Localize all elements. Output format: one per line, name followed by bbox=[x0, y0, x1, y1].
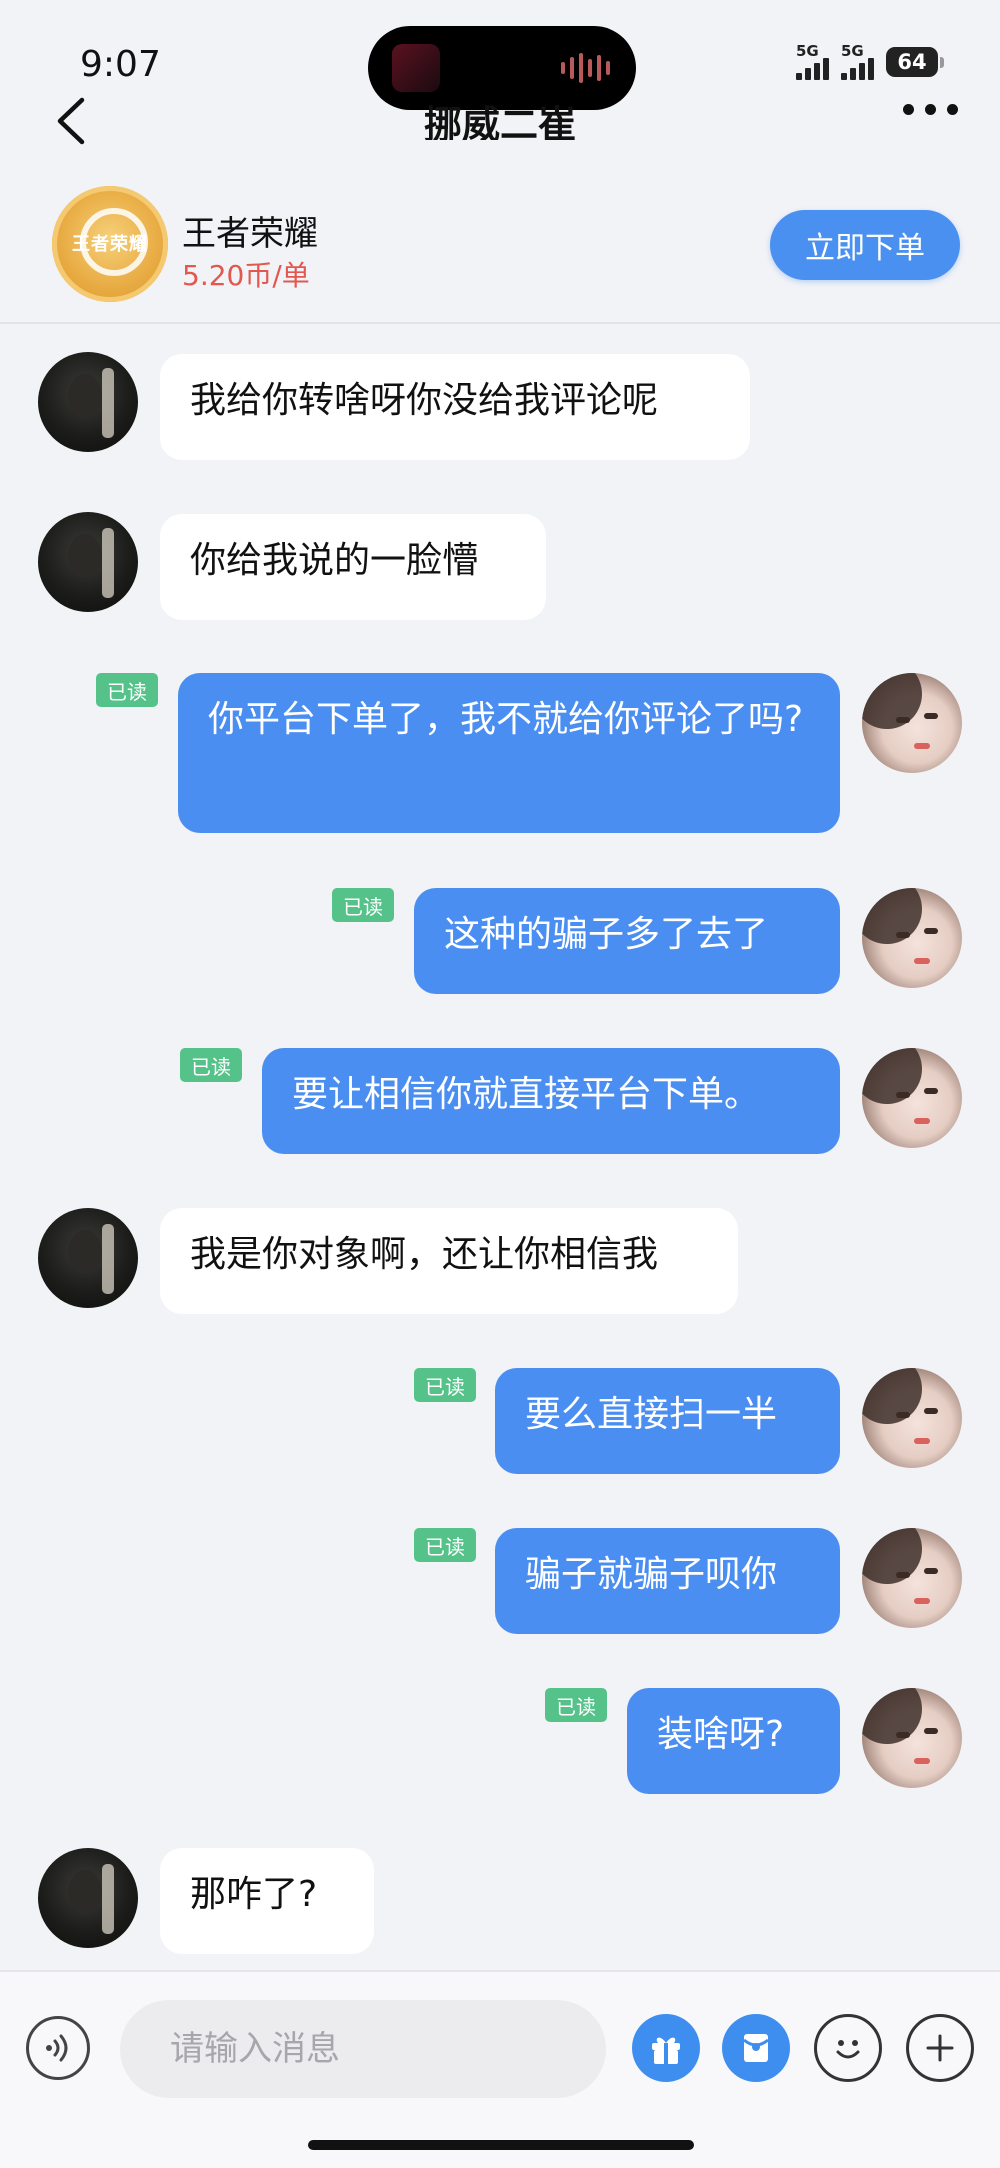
product-card[interactable]: 王者荣耀 王者荣耀 5.20币/单 立即下单 bbox=[0, 176, 1000, 324]
read-receipt-badge: 已读 bbox=[414, 1368, 476, 1402]
red-packet-button[interactable] bbox=[722, 2014, 790, 2082]
contact-avatar[interactable] bbox=[38, 512, 138, 612]
message-input-container[interactable] bbox=[120, 2000, 606, 2098]
battery-level: 64 bbox=[886, 47, 938, 77]
chat-title: 挪威二崔 bbox=[423, 103, 576, 140]
read-receipt-badge: 已读 bbox=[545, 1688, 607, 1722]
message-bubble[interactable]: 骗子就骗子呗你 bbox=[495, 1528, 840, 1634]
gift-button[interactable] bbox=[632, 2014, 700, 2082]
emoji-button[interactable] bbox=[814, 2014, 882, 2082]
user-avatar[interactable] bbox=[862, 1048, 962, 1148]
order-now-button[interactable]: 立即下单 bbox=[770, 210, 960, 280]
contact-avatar[interactable] bbox=[38, 352, 138, 452]
message-bubble[interactable]: 装啥呀? bbox=[627, 1688, 840, 1794]
product-name: 王者荣耀 bbox=[182, 214, 318, 254]
message-bubble[interactable]: 要让相信你就直接平台下单。 bbox=[262, 1048, 840, 1154]
input-toolbar bbox=[0, 1970, 1000, 2168]
message-bubble[interactable]: 这种的骗子多了去了 bbox=[414, 888, 840, 994]
message-bubble[interactable]: 要么直接扫一半 bbox=[495, 1368, 840, 1474]
user-avatar[interactable] bbox=[862, 1528, 962, 1628]
read-receipt-badge: 已读 bbox=[332, 888, 394, 922]
user-avatar[interactable] bbox=[862, 888, 962, 988]
message-bubble[interactable]: 你平台下单了，我不就给你评论了吗? bbox=[178, 673, 840, 833]
read-receipt-badge: 已读 bbox=[180, 1048, 242, 1082]
status-time: 9:07 bbox=[80, 44, 161, 85]
contact-avatar[interactable] bbox=[38, 1208, 138, 1308]
red-packet-icon bbox=[743, 2034, 769, 2062]
message-bubble[interactable]: 我是你对象啊，还让你相信我 bbox=[160, 1208, 738, 1314]
contact-avatar[interactable] bbox=[38, 1848, 138, 1948]
user-avatar[interactable] bbox=[862, 1368, 962, 1468]
message-input[interactable] bbox=[120, 2000, 606, 2098]
more-button[interactable] bbox=[903, 104, 958, 115]
more-actions-button[interactable] bbox=[906, 2014, 974, 2082]
message-bubble[interactable]: 我给你转啥呀你没给我评论呢 bbox=[160, 354, 750, 460]
gift-icon bbox=[652, 2037, 680, 2064]
network-type-label: 5G bbox=[841, 42, 864, 60]
audio-waveform-icon bbox=[561, 52, 610, 84]
home-indicator[interactable] bbox=[308, 2140, 694, 2150]
read-receipt-badge: 已读 bbox=[96, 673, 158, 707]
game-logo-icon: 王者荣耀 bbox=[52, 186, 168, 302]
message-bubble[interactable]: 那咋了? bbox=[160, 1848, 374, 1954]
voice-input-button[interactable] bbox=[26, 2016, 90, 2080]
read-receipt-badge: 已读 bbox=[414, 1528, 476, 1562]
plus-icon bbox=[926, 2034, 954, 2062]
more-dots-icon bbox=[903, 104, 914, 115]
status-indicators: 5G 5G 64 bbox=[796, 44, 944, 80]
product-price: 5.20币/单 bbox=[182, 259, 310, 292]
battery-icon: 64 bbox=[886, 47, 944, 77]
now-playing-artwork bbox=[392, 44, 440, 92]
network-type-label: 5G bbox=[796, 42, 819, 60]
cellular-signal-icon: 5G bbox=[841, 44, 874, 80]
logo-lettering: 王者荣耀 bbox=[72, 234, 148, 255]
message-bubble[interactable]: 你给我说的一脸懵 bbox=[160, 514, 546, 620]
cellular-signal-icon: 5G bbox=[796, 44, 829, 80]
voice-wave-icon bbox=[46, 2034, 68, 2062]
user-avatar[interactable] bbox=[862, 1688, 962, 1788]
user-avatar[interactable] bbox=[862, 673, 962, 773]
smiley-icon bbox=[836, 2040, 860, 2059]
